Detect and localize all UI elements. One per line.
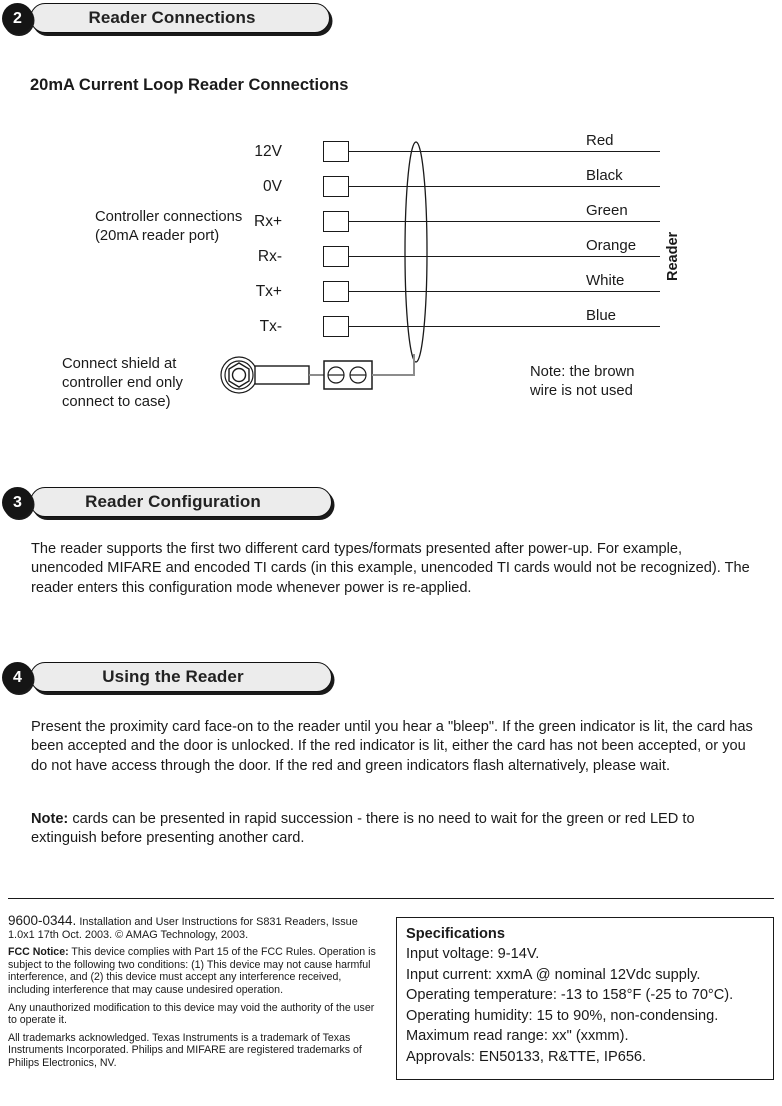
footer-divider [8, 898, 774, 899]
spec-approvals: Approvals: EN50133, R&TTE, IP656. [406, 1048, 647, 1065]
brown-wire-note: Note: the brown wire is not used [530, 364, 635, 399]
section-header-pill: Reader Configuration [30, 487, 332, 517]
wire-color-label-red: Red [586, 132, 614, 149]
spec-input-current: Input current: xxmA @ nominal 12Vdc supp… [406, 966, 701, 983]
wiring-diagram: Controller connections (20mA reader port… [0, 120, 782, 420]
wire-color-label-orange: Orange [586, 237, 637, 254]
cable-sheath-icon [404, 141, 428, 363]
terminal-box-rx-plus [323, 211, 349, 232]
document-reference: 9600-0344. Installation and User Instruc… [8, 913, 383, 941]
wire-red [349, 151, 660, 152]
terminal-label-tx-minus: Tx- [259, 318, 282, 335]
section-title: Using the Reader [102, 667, 244, 686]
spec-max-read-range: Maximum read range: xx" (xxmm). [406, 1028, 629, 1044]
section-header-using-the-reader: Using the Reader 4 [0, 662, 340, 693]
terminal-label-0v: 0V [263, 178, 282, 195]
using-the-reader-paragraph: Present the proximity card face-on to th… [31, 719, 753, 774]
section-header-reader-configuration: Reader Configuration 3 [0, 487, 340, 518]
fcc-notice: FCC Notice: This device complies with Pa… [8, 946, 383, 996]
controller-connections-caption: Controller connections (20mA reader port… [95, 209, 243, 244]
terminal-label-tx-plus: Tx+ [255, 283, 282, 300]
terminal-label-rx-plus: Rx+ [254, 213, 282, 230]
wire-white [349, 291, 660, 292]
spec-operating-humidity: Operating humidity: 15 to 90%, non-conde… [406, 1007, 719, 1024]
section-header-reader-connections: Reader Connections 2 [0, 3, 340, 34]
note-body: cards can be presented in rapid successi… [31, 811, 695, 847]
terminal-box-tx-plus [323, 281, 349, 302]
modification-notice: Any unauthorized modification to this de… [8, 1001, 375, 1027]
reader-side-label: Reader [665, 231, 681, 281]
section-number-badge: 3 [2, 487, 33, 518]
terminal-box-tx-minus [323, 316, 349, 337]
wire-blue [349, 326, 660, 327]
terminal-box-rx-minus [323, 246, 349, 267]
spec-input-voltage: Input voltage: 9-14V. [406, 946, 540, 962]
section-number-badge: 2 [2, 3, 33, 34]
wire-green [349, 221, 660, 222]
note-label: Note: [31, 811, 69, 827]
document-number: 9600-0344. [8, 913, 77, 928]
shield-connection-caption: Connect shield at controller end only co… [62, 356, 183, 410]
trademark-notice: All trademarks acknowledged. Texas Instr… [8, 1031, 362, 1069]
shield-wiring-illustration [220, 354, 415, 394]
diagram-subtitle: 20mA Current Loop Reader Connections [30, 76, 349, 94]
section-header-pill: Using the Reader [30, 662, 332, 692]
footer-legal-text: 9600-0344. Installation and User Instruc… [8, 913, 383, 1075]
terminal-box-0v [323, 176, 349, 197]
terminal-label-12v: 12V [254, 143, 282, 160]
section-number-badge: 4 [2, 662, 33, 693]
terminal-box-12v [323, 141, 349, 162]
specifications-box: Specifications Input voltage: 9-14V. Inp… [396, 917, 774, 1080]
wire-color-label-white: White [586, 272, 625, 289]
wire-orange [349, 256, 660, 257]
wire-color-label-blue: Blue [586, 307, 617, 324]
section-header-pill: Reader Connections [30, 3, 330, 33]
reader-configuration-paragraph: The reader supports the first two differ… [31, 541, 750, 596]
wire-black [349, 186, 660, 187]
section-title: Reader Configuration [85, 492, 261, 511]
using-the-reader-note: Note: cards can be presented in rapid su… [31, 810, 753, 849]
fcc-label: FCC Notice: [8, 946, 69, 959]
section-title: Reader Connections [88, 8, 256, 27]
specifications-title: Specifications [406, 926, 505, 942]
wire-color-label-green: Green [586, 202, 628, 219]
terminal-label-rx-minus: Rx- [257, 248, 282, 265]
wire-color-label-black: Black [586, 167, 623, 184]
spec-operating-temperature: Operating temperature: -13 to 158°F (-25… [406, 987, 734, 1003]
